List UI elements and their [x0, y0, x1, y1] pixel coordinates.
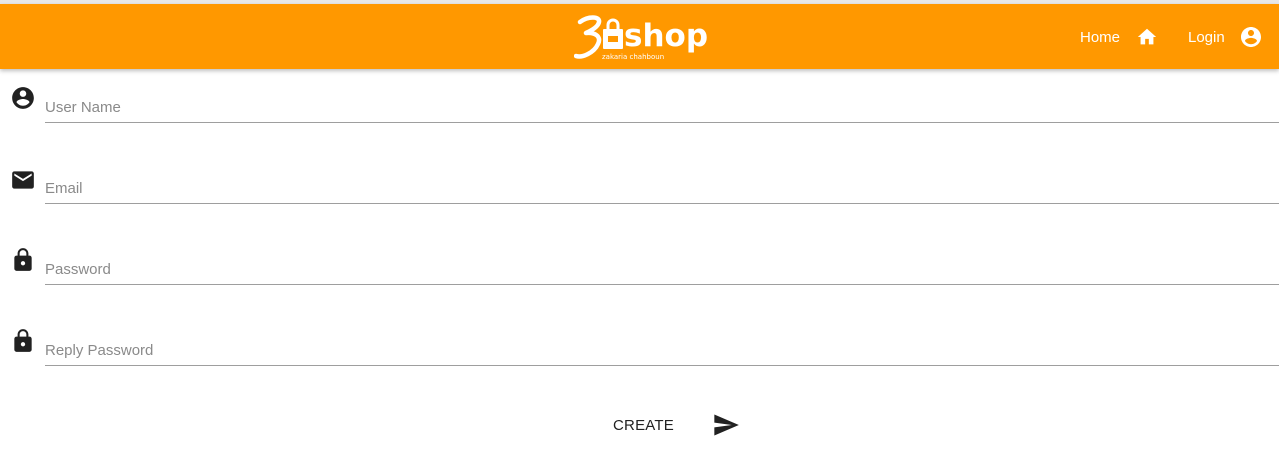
- nav-home-label: Home: [1080, 28, 1121, 46]
- account-circle-icon: [12, 87, 34, 109]
- password-field-row: [0, 247, 1279, 307]
- account-circle-icon: [1240, 27, 1261, 47]
- home-icon: [1137, 28, 1157, 45]
- reply-password-field-row: [0, 328, 1279, 388]
- password-input[interactable]: [45, 254, 1279, 285]
- create-button[interactable]: CREATE: [604, 405, 740, 445]
- nav-home-link[interactable]: Home: [1080, 23, 1158, 51]
- brand-subtitle: zakaria chahboun: [602, 53, 665, 61]
- email-input[interactable]: [45, 173, 1279, 204]
- reply-password-input[interactable]: [45, 335, 1279, 366]
- username-input[interactable]: [45, 92, 1279, 123]
- lock-icon: [14, 329, 32, 352]
- username-field-row: [0, 85, 1279, 145]
- nav-login-label: Login: [1188, 28, 1225, 46]
- nav-login-link[interactable]: Login: [1188, 23, 1263, 51]
- create-button-label: CREATE: [613, 416, 674, 434]
- send-icon: [714, 414, 739, 436]
- brand-wordmark: shop: [624, 18, 709, 54]
- brand-logo[interactable]: shop zakaria chahboun: [574, 12, 709, 64]
- email-icon: [12, 171, 34, 189]
- top-navbar: shop zakaria chahboun Home Login: [0, 4, 1279, 69]
- email-field-row: [0, 166, 1279, 226]
- lock-icon: [14, 248, 32, 271]
